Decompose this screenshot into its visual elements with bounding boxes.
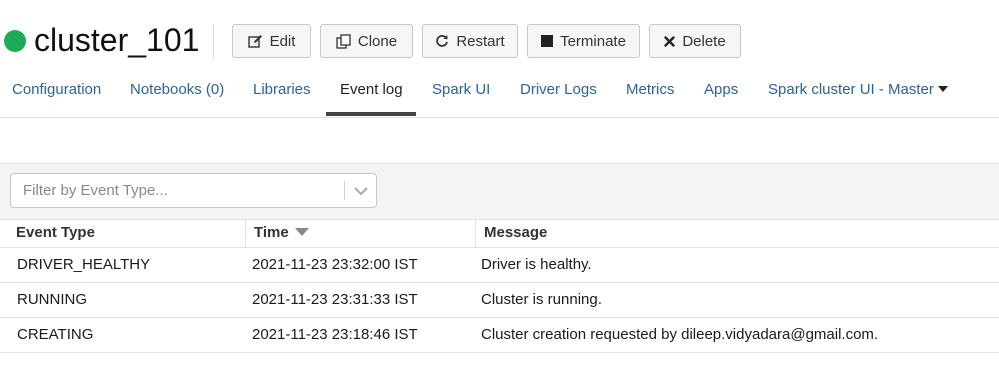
column-label: Message: [484, 224, 548, 241]
select-divider: [344, 181, 345, 200]
column-label: Event Type: [16, 224, 95, 241]
clone-button[interactable]: Clone: [320, 24, 413, 58]
tab-spark-ui[interactable]: Spark UI: [432, 78, 490, 114]
cell-message: Driver is healthy.: [481, 256, 592, 273]
tab-driver-logs[interactable]: Driver Logs: [520, 78, 597, 114]
filter-bar: Filter by Event Type...: [0, 163, 999, 220]
caret-down-icon: [937, 86, 948, 93]
cell-message: Cluster creation requested by dileep.vid…: [481, 326, 879, 343]
terminate-button-label: Terminate: [560, 32, 626, 50]
cell-event-type: CREATING: [17, 326, 94, 343]
refresh-icon: [435, 34, 449, 48]
cell-time: 2021-11-23 23:31:33 IST: [252, 291, 418, 308]
restart-button[interactable]: Restart: [422, 24, 518, 58]
cell-message: Cluster is running.: [481, 291, 602, 308]
table-row[interactable]: CREATING 2021-11-23 23:18:46 IST Cluster…: [0, 318, 999, 353]
tab-label: Spark UI: [432, 81, 491, 98]
tab-metrics[interactable]: Metrics: [626, 78, 674, 114]
tab-label: Spark cluster UI - Master: [768, 81, 934, 98]
tab-label: Notebooks (0): [130, 81, 225, 98]
restart-button-label: Restart: [456, 32, 505, 50]
cell-event-type: RUNNING: [17, 291, 87, 308]
tab-label: Libraries: [253, 81, 311, 98]
filter-placeholder: Filter by Event Type...: [23, 182, 168, 199]
table-row[interactable]: DRIVER_HEALTHY 2021-11-23 23:32:00 IST D…: [0, 248, 999, 283]
tab-label: Metrics: [626, 81, 675, 98]
tab-label: Configuration: [12, 81, 102, 98]
cluster-status-indicator: [4, 30, 26, 52]
cluster-tabs: Configuration Notebooks (0) Libraries Ev…: [0, 78, 999, 118]
tab-label: Apps: [704, 81, 739, 98]
stop-icon: [541, 35, 554, 47]
close-icon: [664, 35, 676, 47]
tab-configuration[interactable]: Configuration: [12, 78, 101, 114]
tab-apps[interactable]: Apps: [704, 78, 738, 114]
cluster-title: cluster_101: [34, 22, 200, 58]
active-tab-indicator: [326, 112, 416, 116]
column-header-time[interactable]: Time: [245, 218, 475, 247]
column-label: Time: [254, 224, 289, 241]
cell-event-type: DRIVER_HEALTHY: [17, 256, 151, 273]
delete-button[interactable]: Delete: [649, 24, 741, 58]
table-row[interactable]: RUNNING 2021-11-23 23:31:33 IST Cluster …: [0, 283, 999, 318]
clone-button-label: Clone: [357, 32, 398, 50]
tab-notebooks[interactable]: Notebooks (0): [130, 78, 224, 114]
chevron-down-icon[interactable]: [352, 184, 370, 203]
edit-icon: [247, 34, 263, 48]
tab-libraries[interactable]: Libraries: [253, 78, 311, 114]
event-type-filter-select[interactable]: Filter by Event Type...: [10, 173, 377, 208]
tab-label: Event log: [340, 81, 403, 98]
cell-time: 2021-11-23 23:18:46 IST: [252, 326, 418, 343]
terminate-button[interactable]: Terminate: [527, 24, 640, 58]
tab-label: Driver Logs: [520, 81, 597, 98]
cell-time: 2021-11-23 23:32:00 IST: [252, 256, 418, 273]
edit-button-label: Edit: [269, 32, 296, 50]
table-header: Event Type Time Message: [0, 218, 999, 248]
column-header-message[interactable]: Message: [475, 218, 999, 247]
clone-icon: [336, 33, 351, 49]
header-divider: [213, 24, 214, 58]
cluster-header: cluster_101 Edit Clone Restart Terminate…: [0, 0, 999, 78]
tab-event-log[interactable]: Event log: [340, 78, 403, 114]
edit-button[interactable]: Edit: [232, 24, 311, 58]
column-header-event-type[interactable]: Event Type: [0, 218, 237, 247]
event-log-table: Event Type Time Message DRIVER_HEALTHY 2…: [0, 218, 999, 353]
sort-descending-icon: [294, 228, 309, 237]
delete-button-label: Delete: [682, 32, 726, 50]
tab-spark-cluster-ui-dropdown[interactable]: Spark cluster UI - Master: [768, 78, 948, 114]
